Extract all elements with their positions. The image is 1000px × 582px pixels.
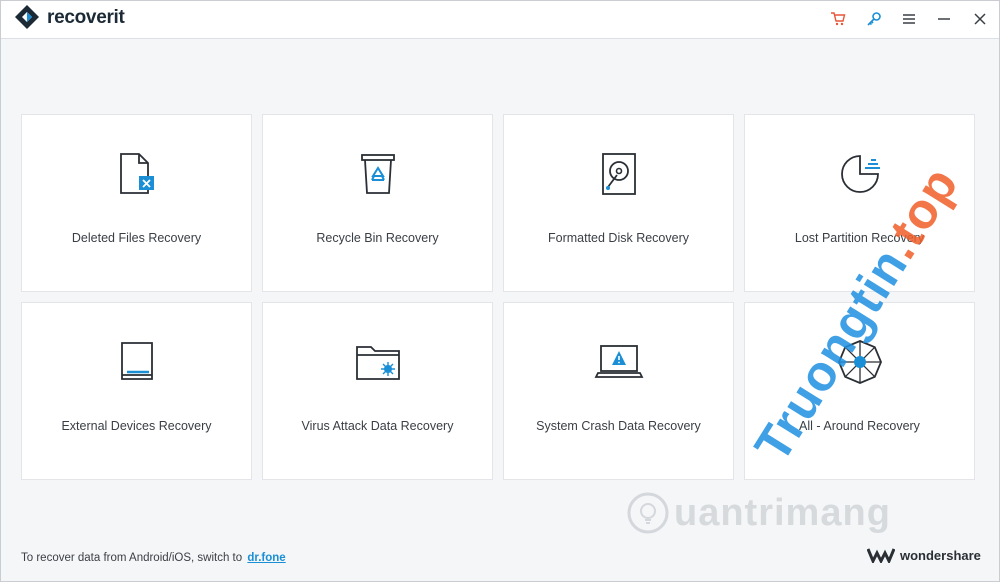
app-logo: recoverit (13, 3, 125, 33)
card-label: Lost Partition Recovery (794, 231, 925, 245)
card-label: System Crash Data Recovery (536, 419, 701, 433)
card-label: Virus Attack Data Recovery (301, 419, 454, 433)
pie-partition-icon (835, 149, 885, 199)
quantrimang-watermark-text: uantrimang (674, 491, 891, 534)
wondershare-brand: wondershare (867, 547, 981, 563)
title-bar: recoverit (1, 1, 999, 39)
cart-icon (831, 12, 846, 26)
hard-disk-icon (594, 149, 644, 199)
card-label: Deleted Files Recovery (71, 231, 202, 245)
virus-folder-icon (353, 337, 403, 387)
quantrimang-watermark: uantrimang (626, 491, 891, 535)
register-button[interactable] (861, 6, 887, 32)
wondershare-text: wondershare (900, 547, 981, 563)
card-formatted-disk-recovery[interactable]: Formatted Disk Recovery (503, 114, 734, 292)
lightbulb-watermark-icon (627, 492, 669, 534)
all-around-icon (835, 337, 885, 387)
card-system-crash-data-recovery[interactable]: System Crash Data Recovery (503, 302, 734, 480)
wondershare-logo-icon (867, 548, 895, 563)
recovery-modes-grid: Deleted Files Recovery Recycle Bin Recov… (21, 114, 975, 480)
card-virus-attack-data-recovery[interactable]: Virus Attack Data Recovery (262, 302, 493, 480)
card-label: External Devices Recovery (61, 419, 212, 433)
minimize-icon (938, 18, 950, 20)
minimize-button[interactable] (931, 6, 957, 32)
recoverit-logo-icon (15, 5, 39, 29)
deleted-file-icon (112, 149, 162, 199)
card-deleted-files-recovery[interactable]: Deleted Files Recovery (21, 114, 252, 292)
card-all-around-recovery[interactable]: All - Around Recovery (744, 302, 975, 480)
card-external-devices-recovery[interactable]: External Devices Recovery (21, 302, 252, 480)
close-icon (974, 13, 986, 25)
app-name: recoverit (47, 7, 125, 28)
card-lost-partition-recovery[interactable]: Lost Partition Recovery (744, 114, 975, 292)
card-recycle-bin-recovery[interactable]: Recycle Bin Recovery (262, 114, 493, 292)
menu-icon (903, 14, 915, 24)
crashed-laptop-icon (594, 337, 644, 387)
card-label: All - Around Recovery (799, 419, 920, 433)
footer-hint: To recover data from Android/iOS, switch… (21, 552, 286, 564)
cart-button[interactable] (825, 6, 851, 32)
footer-hint-text: To recover data from Android/iOS, switch… (21, 552, 243, 564)
app-window: recoverit Deleted Files Recovery Recycle… (0, 0, 1000, 582)
key-icon (867, 12, 881, 26)
external-drive-icon (112, 337, 162, 387)
drfone-link[interactable]: dr.fone (247, 552, 285, 564)
menu-button[interactable] (896, 6, 922, 32)
recycle-bin-icon (353, 149, 403, 199)
close-button[interactable] (967, 6, 993, 32)
card-label: Recycle Bin Recovery (316, 231, 439, 245)
card-label: Formatted Disk Recovery (547, 231, 689, 245)
